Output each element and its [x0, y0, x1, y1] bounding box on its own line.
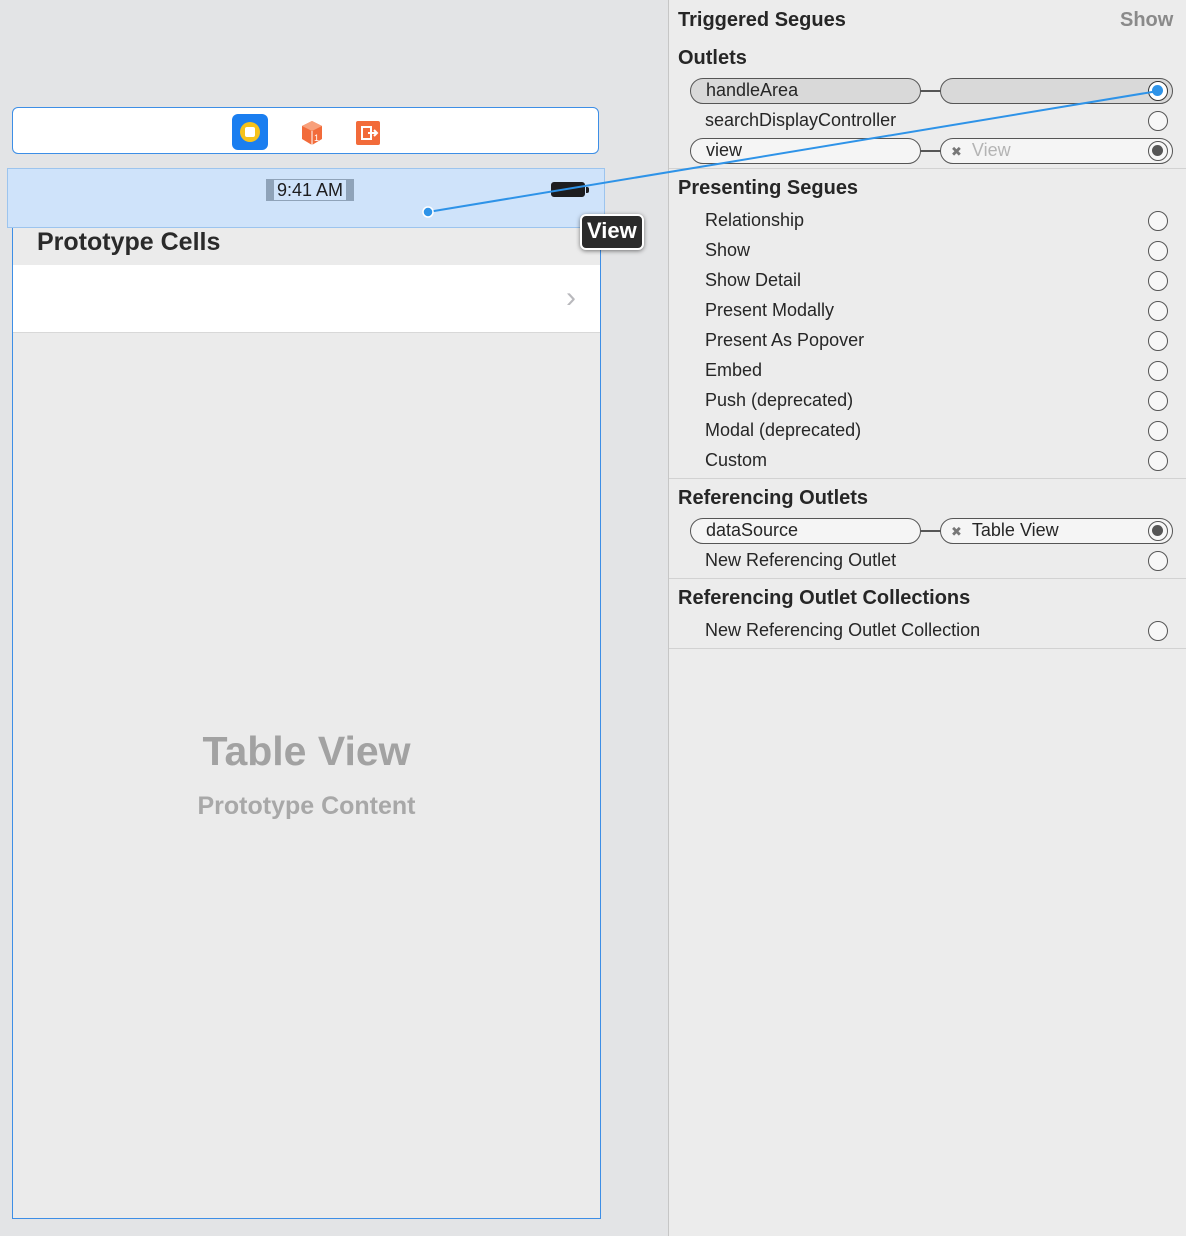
triggered-segues-heading: Triggered Segues: [678, 9, 846, 31]
segue-custom: Custom: [705, 450, 768, 470]
exit-icon[interactable]: [352, 116, 386, 150]
view-controller-icon[interactable]: [232, 114, 268, 150]
segue-embed: Embed: [705, 360, 763, 380]
section-divider: [669, 578, 1186, 579]
storyboard-canvas[interactable]: 1 9:41 AM Prototype Cells › Table View P…: [0, 0, 668, 1236]
section-divider: [669, 478, 1186, 479]
segue-embed-connector[interactable]: [1148, 361, 1168, 381]
new-referencing-outlet: New Referencing Outlet: [705, 550, 897, 570]
segue-push: Push (deprecated): [705, 390, 854, 410]
outlet-view-target-label: View: [971, 140, 1011, 160]
triggered-segues-show-button[interactable]: Show: [1120, 9, 1173, 32]
table-view-placeholder-title: Table View: [202, 728, 411, 774]
drag-target-tooltip: View: [580, 214, 644, 250]
outlet-handlearea[interactable]: handleArea: [690, 78, 921, 104]
referencing-outlets-heading: Referencing Outlets: [678, 487, 869, 509]
status-time: 9:41 AM: [266, 179, 355, 201]
segue-show-detail-connector[interactable]: [1148, 271, 1168, 291]
outlet-searchdisplaycontroller-connector[interactable]: [1148, 111, 1168, 131]
referencing-outlet-datasource[interactable]: dataSource: [690, 518, 921, 544]
outlet-handlearea-target[interactable]: [940, 78, 1173, 104]
segue-modal-connector[interactable]: [1148, 421, 1168, 441]
segue-modal: Modal (deprecated): [705, 420, 862, 440]
segue-present-as-popover: Present As Popover: [705, 330, 865, 350]
segue-present-as-popover-connector[interactable]: [1148, 331, 1168, 351]
section-divider: [669, 648, 1186, 649]
segue-relationship: Relationship: [705, 210, 805, 230]
connections-inspector: Triggered Segues Show Outlets handleArea…: [668, 0, 1186, 1236]
segue-show-detail: Show Detail: [705, 270, 802, 290]
presenting-segues-heading: Presenting Segues: [678, 177, 859, 199]
outlet-link-line: [920, 530, 941, 532]
first-responder-icon[interactable]: 1: [295, 116, 329, 150]
svg-text:1: 1: [314, 133, 319, 143]
referencing-outlet-datasource-connector[interactable]: [1148, 521, 1168, 541]
status-bar-highlight[interactable]: 9:41 AM: [7, 168, 605, 228]
outlets-heading: Outlets: [678, 47, 747, 69]
segue-present-modally-connector[interactable]: [1148, 301, 1168, 321]
outlet-view-target[interactable]: ✖ View: [940, 138, 1173, 164]
segue-present-modally: Present Modally: [705, 300, 835, 320]
battery-icon: [551, 182, 589, 197]
table-view-placeholder-subtitle: Prototype Content: [197, 792, 416, 820]
segue-show: Show: [705, 240, 751, 260]
section-divider: [669, 168, 1186, 169]
new-referencing-outlet-collection: New Referencing Outlet Collection: [705, 620, 981, 640]
new-referencing-outlet-connector[interactable]: [1148, 551, 1168, 571]
referencing-outlet-datasource-target[interactable]: ✖ Table View: [940, 518, 1173, 544]
segue-custom-connector[interactable]: [1148, 451, 1168, 471]
outlet-searchdisplaycontroller: searchDisplayController: [705, 110, 897, 130]
outlet-view[interactable]: view: [690, 138, 921, 164]
remove-connection-icon[interactable]: ✖: [951, 524, 962, 539]
prototype-cells-header: Prototype Cells: [37, 228, 221, 256]
outlet-view-connector[interactable]: [1148, 141, 1168, 161]
segue-relationship-connector[interactable]: [1148, 211, 1168, 231]
segue-show-connector[interactable]: [1148, 241, 1168, 261]
prototype-cell[interactable]: ›: [13, 265, 600, 333]
referencing-outlet-collections-heading: Referencing Outlet Collections: [678, 587, 971, 609]
outlet-link-line: [920, 150, 941, 152]
outlet-link-line: [920, 90, 941, 92]
chevron-right-icon: ›: [566, 281, 576, 314]
segue-push-connector[interactable]: [1148, 391, 1168, 411]
new-referencing-outlet-collection-connector[interactable]: [1148, 621, 1168, 641]
scene-dock: 1: [12, 107, 599, 154]
outlet-handlearea-connector[interactable]: [1148, 81, 1168, 101]
remove-connection-icon[interactable]: ✖: [951, 144, 962, 159]
referencing-outlet-target-label: Table View: [971, 520, 1059, 540]
